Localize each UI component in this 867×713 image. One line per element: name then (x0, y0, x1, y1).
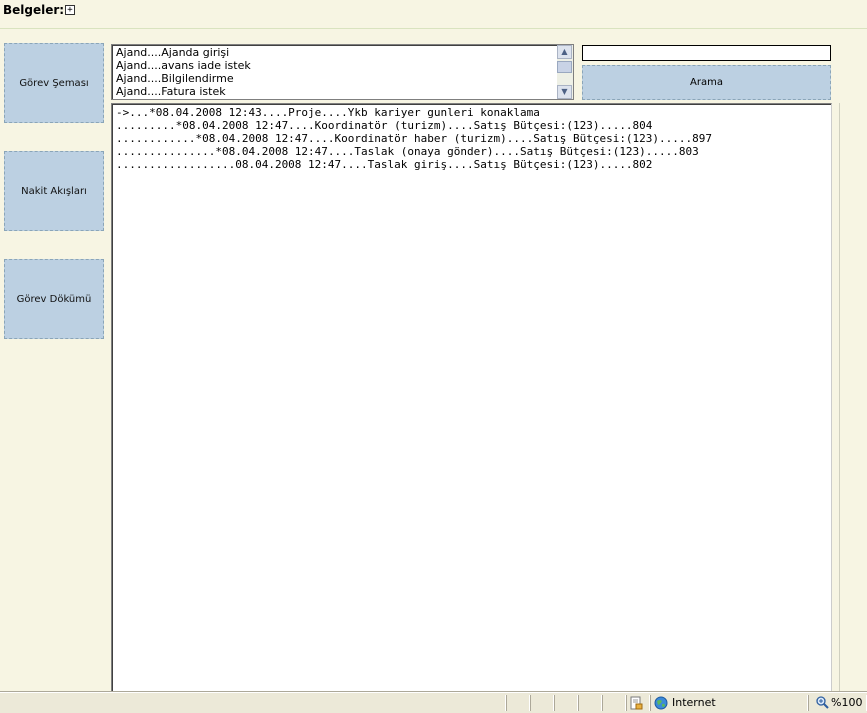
scroll-up-arrow-icon[interactable]: ▲ (557, 45, 572, 59)
gorev-semasi-button[interactable]: Görev Şeması (4, 43, 104, 123)
right-divider (839, 103, 840, 692)
left-nav: Görev Şeması Nakit Akışları Görev Dökümü (0, 29, 110, 692)
status-cell (578, 695, 602, 711)
result-line: ...............*08.04.2008 12:47....Tasl… (116, 145, 699, 158)
zoom-magnifier-icon[interactable] (816, 696, 829, 709)
search-button[interactable]: Arama (582, 65, 831, 100)
status-cell (602, 695, 626, 711)
result-line: ..................08.04.2008 12:47....Ta… (116, 158, 653, 171)
list-item[interactable]: Ajand....Ajanda girişi (116, 46, 555, 59)
status-bar: Internet %100 (0, 692, 867, 713)
results-lines: ->...*08.04.2008 12:43....Proje....Ykb k… (112, 106, 712, 171)
nakit-akislari-label: Nakit Akışları (21, 185, 87, 197)
gorev-dokumu-button[interactable]: Görev Dökümü (4, 259, 104, 339)
results-output-area[interactable]: ->...*08.04.2008 12:43....Proje....Ykb k… (111, 103, 832, 692)
result-line: ............*08.04.2008 12:47....Koordin… (116, 132, 713, 145)
globe-icon (654, 696, 668, 710)
search-input[interactable] (582, 45, 831, 61)
security-report-icon[interactable] (629, 696, 643, 710)
scroll-thumb[interactable] (557, 61, 572, 73)
result-line: ->...*08.04.2008 12:43....Proje....Ykb k… (116, 106, 540, 119)
gorev-dokumu-label: Görev Dökümü (16, 293, 92, 305)
gorev-semasi-label: Görev Şeması (19, 77, 89, 89)
listbox-items: Ajand....Ajanda girişi Ajand....avans ia… (116, 46, 555, 98)
document-type-listbox[interactable]: Ajand....Ajanda girişi Ajand....avans ia… (111, 44, 574, 100)
zone-label: Internet (672, 696, 716, 709)
zoom-level[interactable]: %100 (831, 695, 862, 711)
list-item[interactable]: Ajand....Fatura istek (116, 85, 555, 98)
expand-plus-icon[interactable]: + (65, 5, 75, 15)
status-text-cell (0, 695, 506, 711)
documents-header: Belgeler: + (0, 0, 867, 29)
right-margin (833, 103, 867, 692)
status-cell (554, 695, 578, 711)
nakit-akislari-button[interactable]: Nakit Akışları (4, 151, 104, 231)
scroll-down-arrow-icon[interactable]: ▼ (557, 85, 572, 99)
status-cell (530, 695, 554, 711)
documents-title: Belgeler: (3, 3, 65, 17)
status-cell (506, 695, 530, 711)
result-line: .........*08.04.2008 12:47....Koordinatö… (116, 119, 653, 132)
listbox-scrollbar[interactable]: ▲ ▼ (557, 45, 573, 99)
list-item[interactable]: Ajand....avans iade istek (116, 59, 555, 72)
search-button-label: Arama (690, 77, 723, 88)
list-item[interactable]: Ajand....Bilgilendirme (116, 72, 555, 85)
